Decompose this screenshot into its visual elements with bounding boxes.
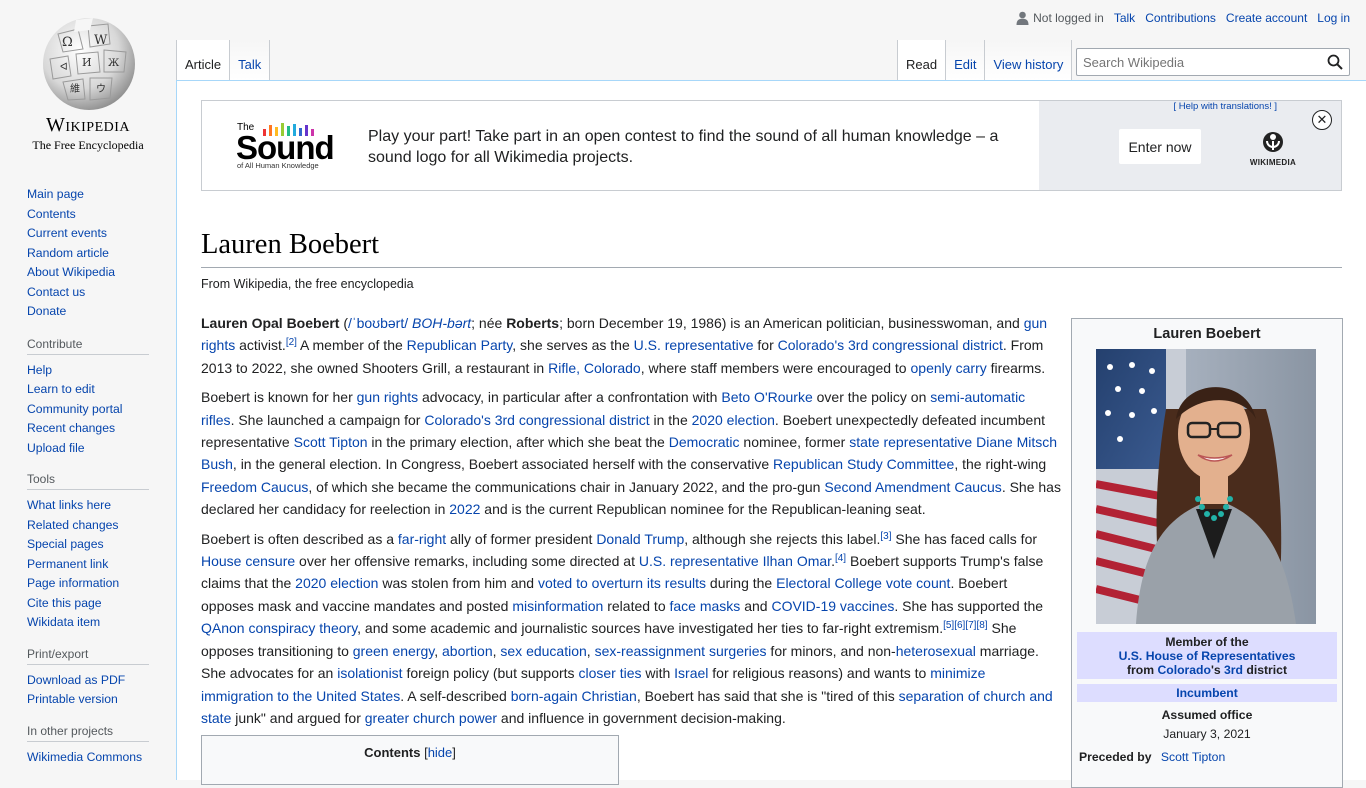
article-body: Lauren Opal Boebert (/ˈboʊbərt/ BOH-bərt… (201, 312, 1061, 736)
personal-tools: Not logged in Talk Contributions Create … (1016, 11, 1350, 25)
sidebar-item-donate[interactable]: Donate (27, 304, 66, 318)
portrait-photo (1096, 349, 1316, 624)
sidebar-item-about[interactable]: About Wikipedia (27, 265, 115, 279)
preceded-by-row: Preceded by Scott Tipton (1079, 750, 1339, 764)
office-line1: Member of the (1165, 635, 1249, 649)
sidebar-item-permanent-link[interactable]: Permanent link (27, 557, 108, 571)
print-portal: Print/export Download as PDF Printable v… (27, 647, 149, 710)
sidebar-item-download-pdf[interactable]: Download as PDF (27, 673, 125, 687)
wikimedia-icon (1263, 132, 1283, 152)
paragraph: Lauren Opal Boebert (/ˈboʊbərt/ BOH-bərt… (201, 315, 1048, 376)
tab-view-history[interactable]: View history (985, 40, 1073, 80)
search-input[interactable] (1077, 49, 1307, 75)
sidebar-item-special-pages[interactable]: Special pages (27, 537, 104, 551)
banner-message: Play your part! Take part in an open con… (368, 128, 999, 166)
tools-portal: Tools What links here Related changes Sp… (27, 472, 149, 633)
paragraph: Boebert is known for her gun rights advo… (201, 389, 1061, 518)
sidebar-item-main-page[interactable]: Main page (27, 187, 84, 201)
office-house-link[interactable]: U.S. House of Representatives (1119, 649, 1296, 663)
svg-text:維: 維 (70, 82, 80, 95)
login-link[interactable]: Log in (1317, 11, 1350, 25)
svg-text:W: W (94, 33, 108, 48)
banner-logo-subtitle: of All Human Knowledge (237, 161, 319, 170)
sidebar-item-printable-version[interactable]: Printable version (27, 692, 118, 706)
sidebar-item-upload-file[interactable]: Upload file (27, 441, 85, 455)
infobox: Lauren Boebert Member of the U.S. House … (1071, 318, 1343, 788)
tagline: The Free Encyclopedia (32, 138, 144, 152)
wordmark: Wikipedia (45, 114, 131, 136)
sidebar: Main page Contents Current events Random… (0, 176, 176, 781)
portal-heading: Tools (27, 472, 149, 490)
tab-read[interactable]: Read (898, 40, 947, 80)
sidebar-item-wikimedia-commons[interactable]: Wikimedia Commons (27, 750, 142, 764)
office-header: Member of the U.S. House of Representati… (1077, 632, 1337, 679)
paragraph: Boebert is often described as a far-righ… (201, 530, 1053, 726)
svg-text:ᐊ: ᐊ (60, 62, 68, 73)
toc-hide-link[interactable]: hide (428, 745, 453, 760)
nav-portal: Main page Contents Current events Random… (27, 185, 149, 322)
infobox-title: Lauren Boebert (1153, 326, 1261, 342)
assumed-office-date: January 3, 2021 (1163, 727, 1251, 741)
tab-talk[interactable]: Talk (230, 40, 271, 80)
contributions-link[interactable]: Contributions (1145, 11, 1216, 25)
page-title: Lauren Boebert (201, 226, 1342, 269)
svg-text:И: И (82, 56, 92, 69)
sidebar-item-related-changes[interactable]: Related changes (27, 518, 118, 532)
sidebar-item-cite-this-page[interactable]: Cite this page (27, 596, 102, 610)
view-tabs: Read Edit View history (897, 40, 1073, 80)
other-projects-portal: In other projects Wikimedia Commons (27, 724, 149, 768)
wikipedia-logo[interactable]: Ω W И ᐊ Ж 維 ウ Wikipedia The Free Encyclo… (0, 0, 176, 160)
table-of-contents: Contents [hide] (201, 735, 619, 785)
close-banner-button[interactable]: ✕ (1312, 110, 1332, 130)
sidebar-item-community-portal[interactable]: Community portal (27, 402, 123, 416)
sound-logo-banner: The Sound of All Human Knowledge Play yo… (201, 100, 1342, 191)
sidebar-item-help[interactable]: Help (27, 363, 52, 377)
preceded-by-link[interactable]: Scott Tipton (1161, 750, 1225, 764)
wikimedia-text: WIKIMEDIA (1249, 158, 1297, 167)
sidebar-item-random-article[interactable]: Random article (27, 246, 109, 260)
create-account-link[interactable]: Create account (1226, 11, 1307, 25)
tab-article[interactable]: Article (177, 40, 231, 80)
sidebar-item-learn-to-edit[interactable]: Learn to edit (27, 382, 95, 396)
office-state-link[interactable]: Colorado (1157, 663, 1211, 677)
portal-heading: Print/export (27, 647, 149, 665)
sidebar-item-what-links-here[interactable]: What links here (27, 498, 111, 512)
portal-heading: In other projects (27, 724, 149, 742)
sidebar-item-recent-changes[interactable]: Recent changes (27, 421, 115, 435)
contribute-portal: Contribute Help Learn to edit Community … (27, 337, 149, 459)
toc-title: Contents (364, 745, 421, 760)
sidebar-item-contact[interactable]: Contact us (27, 285, 85, 299)
portrait-image[interactable] (1096, 349, 1316, 624)
user-icon (1016, 11, 1029, 25)
sidebar-item-page-information[interactable]: Page information (27, 576, 119, 590)
search-box (1076, 48, 1350, 76)
search-icon[interactable] (1327, 54, 1343, 70)
site-subtitle: From Wikipedia, the free encyclopedia (201, 277, 414, 291)
namespace-tabs: Article Talk (176, 40, 271, 80)
svg-text:Ж: Ж (108, 58, 120, 69)
svg-text:Ω: Ω (62, 35, 73, 50)
incumbent-badge: Incumbent (1077, 684, 1337, 702)
office-district-link[interactable]: 3rd (1224, 663, 1243, 677)
assumed-office-label: Assumed office (1161, 708, 1253, 722)
not-logged-in-text: Not logged in (1033, 11, 1104, 25)
content-area: The Sound of All Human Knowledge Play yo… (176, 80, 1366, 788)
sidebar-item-wikidata-item[interactable]: Wikidata item (27, 615, 100, 629)
incumbent-link[interactable]: Incumbent (1176, 686, 1238, 700)
wikimedia-logo: WIKIMEDIA (1246, 131, 1300, 167)
tab-edit[interactable]: Edit (946, 40, 986, 80)
portal-heading: Contribute (27, 337, 149, 355)
svg-text:ウ: ウ (96, 83, 106, 95)
sidebar-item-current-events[interactable]: Current events (27, 226, 107, 240)
help-translations-link[interactable]: [ Help with translations! ] (1174, 101, 1278, 112)
preceded-by-label: Preceded by (1079, 750, 1152, 764)
enter-now-button[interactable]: Enter now (1119, 129, 1201, 164)
sidebar-item-contents[interactable]: Contents (27, 207, 76, 221)
talk-link[interactable]: Talk (1114, 11, 1135, 25)
puzzle-globe-icon: Ω W И ᐊ Ж 維 ウ (43, 18, 135, 110)
